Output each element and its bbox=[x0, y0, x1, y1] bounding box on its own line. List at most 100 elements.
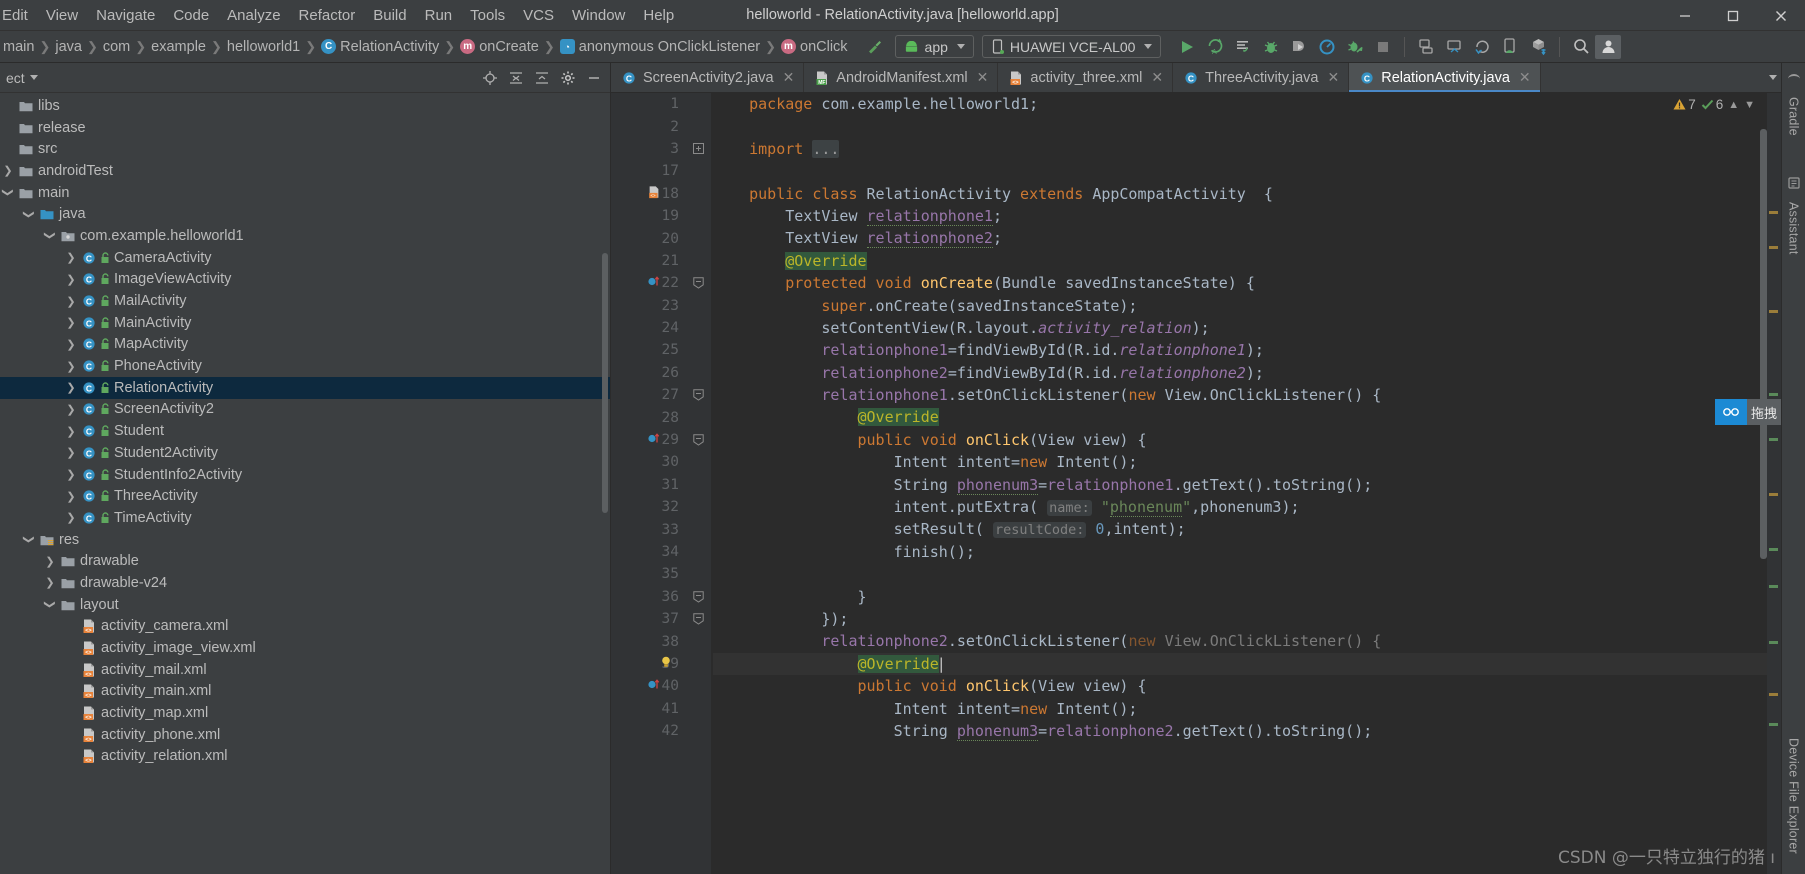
error-stripe-mark[interactable] bbox=[1769, 310, 1778, 313]
line-number[interactable]: 28 bbox=[611, 406, 685, 428]
breadcrumb-item-java[interactable]: java bbox=[52, 39, 85, 55]
chevron-right-icon[interactable]: ❯ bbox=[63, 295, 79, 308]
override-method-marker-icon[interactable] bbox=[647, 275, 660, 292]
line-number[interactable]: 2 bbox=[611, 115, 685, 137]
chevron-right-icon[interactable]: ❯ bbox=[63, 446, 79, 459]
line-number[interactable]: 41 bbox=[611, 698, 685, 720]
scroll-up-icon[interactable]: ▲ bbox=[1728, 99, 1739, 111]
fold-collapse-icon[interactable] bbox=[685, 384, 711, 406]
fold-collapse-icon[interactable] bbox=[685, 586, 711, 608]
chevron-right-icon[interactable]: ❯ bbox=[63, 273, 79, 286]
code-line[interactable]: import ... bbox=[713, 138, 1767, 160]
editor-vertical-scrollbar[interactable] bbox=[1760, 129, 1767, 559]
line-number[interactable]: 21 bbox=[611, 250, 685, 272]
close-button[interactable] bbox=[1757, 0, 1805, 31]
menu-item-build[interactable]: Build bbox=[364, 0, 415, 31]
code-line[interactable] bbox=[713, 160, 1767, 182]
line-number[interactable]: 23 bbox=[611, 295, 685, 317]
code-line[interactable]: relationphone2.setOnClickListener(new Vi… bbox=[713, 630, 1767, 652]
chevron-right-icon[interactable]: ❯ bbox=[63, 425, 79, 438]
tabs-list-chevron-icon[interactable] bbox=[1769, 75, 1777, 80]
code-line[interactable]: String phonenum3=relationphone1.getText(… bbox=[713, 474, 1767, 496]
fold-expand-icon[interactable] bbox=[685, 138, 711, 160]
editor-tab-screenactivity2-java[interactable]: C ScreenActivity2.java ✕ bbox=[611, 63, 805, 92]
code-line[interactable]: relationphone2=findViewById(R.id.relatio… bbox=[713, 362, 1767, 384]
tree-item-activity-relation-xml[interactable]: <> activity_relation.xml bbox=[0, 746, 610, 768]
code-line[interactable]: @Override bbox=[713, 406, 1767, 428]
override-method-marker-icon[interactable] bbox=[647, 432, 660, 449]
line-number[interactable]: 30 bbox=[611, 451, 685, 473]
chevron-right-icon[interactable]: ❯ bbox=[63, 511, 79, 524]
tree-item-threeactivity[interactable]: ❯ C ThreeActivity bbox=[0, 485, 610, 507]
tree-item-layout[interactable]: ❯ layout bbox=[0, 594, 610, 616]
menu-item-edit[interactable]: Edit bbox=[0, 0, 37, 31]
apply-code-changes-button[interactable] bbox=[1229, 34, 1257, 60]
chevron-right-icon[interactable]: ❯ bbox=[63, 338, 79, 351]
related-xml-marker-icon[interactable]: <> bbox=[647, 185, 661, 203]
line-number[interactable]: 27 bbox=[611, 384, 685, 406]
sdk-manager-button[interactable] bbox=[1440, 34, 1468, 60]
search-everywhere-button[interactable] bbox=[1567, 34, 1595, 60]
code-line[interactable]: Intent intent=new Intent(); bbox=[713, 698, 1767, 720]
chevron-right-icon[interactable]: ❯ bbox=[63, 251, 79, 264]
close-tab-icon[interactable]: ✕ bbox=[1151, 69, 1163, 86]
menu-item-vcs[interactable]: VCS bbox=[514, 0, 563, 31]
apply-changes-button[interactable]: A bbox=[1201, 34, 1229, 60]
tree-item-main[interactable]: ❯ main bbox=[0, 182, 610, 204]
error-stripe-mark[interactable] bbox=[1769, 641, 1778, 644]
line-number[interactable]: 29 bbox=[611, 429, 685, 451]
breadcrumb-item-onclick[interactable]: m onClick bbox=[778, 39, 851, 55]
fold-collapse-icon[interactable] bbox=[685, 272, 711, 294]
fold-collapse-icon[interactable] bbox=[685, 608, 711, 630]
tree-item-src[interactable]: src bbox=[0, 138, 610, 160]
chevron-right-icon[interactable]: ❯ bbox=[42, 576, 58, 589]
editor-tab-androidmanifest-xml[interactable]: MF AndroidManifest.xml ✕ bbox=[804, 63, 999, 92]
menu-item-navigate[interactable]: Navigate bbox=[87, 0, 164, 31]
tree-item-activity-main-xml[interactable]: <> activity_main.xml bbox=[0, 681, 610, 703]
error-stripe-mark[interactable] bbox=[1769, 393, 1778, 396]
line-number[interactable]: 38 bbox=[611, 630, 685, 652]
code-editor[interactable]: 1 2 3 17 <> 18 19 20 21 22 23 24 25 26 27 28 29 30 31 32 33 3… bbox=[611, 93, 1781, 874]
breadcrumb-item-oncreate[interactable]: m onCreate bbox=[457, 39, 542, 55]
code-line[interactable]: } bbox=[713, 586, 1767, 608]
tree-item-release[interactable]: release bbox=[0, 117, 610, 139]
menu-item-view[interactable]: View bbox=[37, 0, 87, 31]
close-tab-icon[interactable]: ✕ bbox=[1519, 69, 1531, 86]
line-number[interactable]: 34 bbox=[611, 541, 685, 563]
assistant-icon[interactable] bbox=[1785, 174, 1803, 192]
tree-item-cameraactivity[interactable]: ❯ C CameraActivity bbox=[0, 247, 610, 269]
breadcrumb-item-example[interactable]: example bbox=[148, 39, 209, 55]
line-number[interactable]: 39 bbox=[611, 653, 685, 675]
warning-count[interactable]: 7 bbox=[1673, 97, 1696, 112]
menu-item-tools[interactable]: Tools bbox=[461, 0, 514, 31]
chevron-right-icon[interactable]: ❯ bbox=[63, 360, 79, 373]
project-tree-scrollbar[interactable] bbox=[602, 253, 608, 513]
tree-item-drawable[interactable]: ❯ drawable bbox=[0, 550, 610, 572]
code-content[interactable]: package com.example.helloworld1; import … bbox=[711, 93, 1767, 874]
error-stripe-mark[interactable] bbox=[1769, 493, 1778, 496]
menu-item-refactor[interactable]: Refactor bbox=[290, 0, 365, 31]
menu-item-run[interactable]: Run bbox=[416, 0, 462, 31]
chevron-down-icon[interactable]: ❯ bbox=[44, 228, 57, 244]
code-line[interactable]: public void onClick(View view) { bbox=[713, 429, 1767, 451]
tree-item-res[interactable]: ❯ res bbox=[0, 529, 610, 551]
chevron-right-icon[interactable]: ❯ bbox=[63, 468, 79, 481]
code-line[interactable]: Intent intent=new Intent(); bbox=[713, 451, 1767, 473]
tree-item-timeactivity[interactable]: ❯ C TimeActivity bbox=[0, 507, 610, 529]
menu-item-code[interactable]: Code bbox=[164, 0, 218, 31]
fold-collapse-icon[interactable] bbox=[685, 429, 711, 451]
code-line[interactable]: TextView relationphone1; bbox=[713, 205, 1767, 227]
scroll-from-source-icon[interactable] bbox=[478, 66, 502, 90]
expand-all-icon[interactable] bbox=[530, 66, 554, 90]
gradle-sync-button[interactable] bbox=[1468, 34, 1496, 60]
line-number[interactable]: 19 bbox=[611, 205, 685, 227]
line-number[interactable]: 26 bbox=[611, 362, 685, 384]
float-widget-icon[interactable] bbox=[1714, 399, 1747, 425]
tree-item-com-example-helloworld1[interactable]: ❯ com.example.helloworld1 bbox=[0, 225, 610, 247]
maximize-button[interactable] bbox=[1709, 0, 1757, 31]
debug-button[interactable] bbox=[1257, 34, 1285, 60]
float-widget-label-box[interactable]: 拖拽 bbox=[1746, 399, 1781, 425]
code-line[interactable] bbox=[713, 563, 1767, 585]
code-line[interactable]: public void onClick(View view) { bbox=[713, 675, 1767, 697]
tree-item-activity-image-view-xml[interactable]: <> activity_image_view.xml bbox=[0, 637, 610, 659]
